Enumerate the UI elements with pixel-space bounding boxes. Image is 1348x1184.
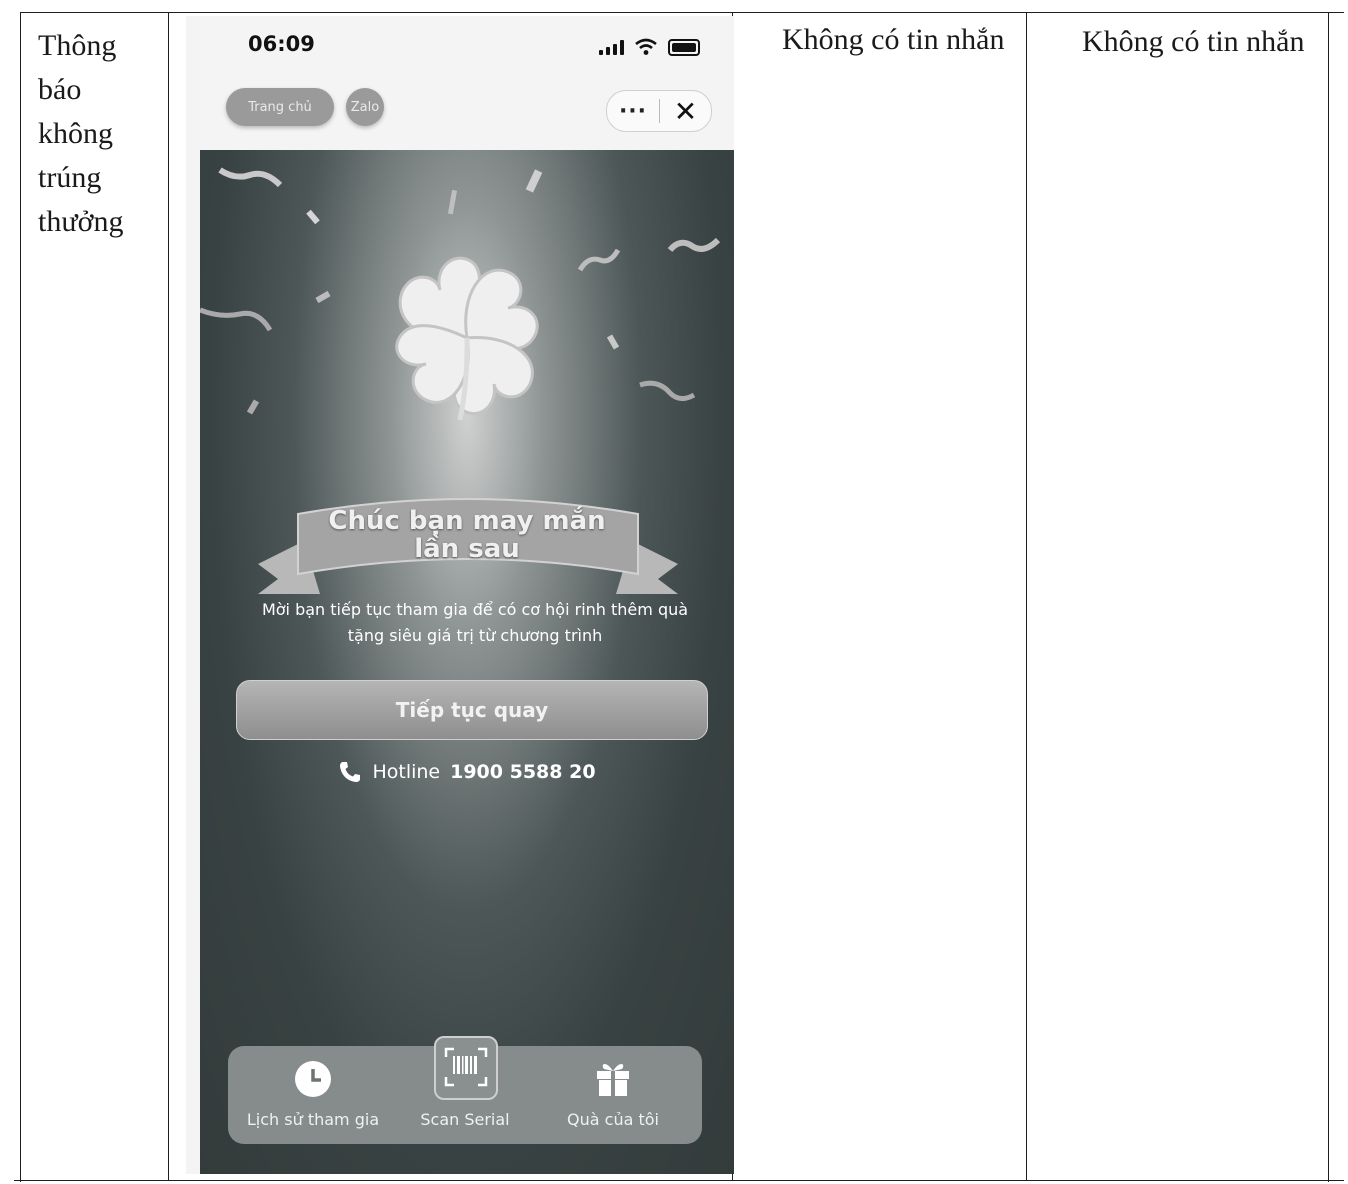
message-line: tặng siêu giá trị từ chương trình (347, 626, 603, 645)
status-time: 06:09 (248, 32, 315, 56)
table-bottom-border (14, 1180, 1344, 1181)
row-label-line: không (38, 117, 113, 150)
table-top-border (20, 12, 1344, 13)
zalo-button[interactable]: Zalo (346, 88, 384, 126)
clover-icon (395, 256, 539, 421)
gift-icon (597, 1063, 629, 1096)
ribbon-title-line2: lần sau (414, 534, 520, 564)
nav-gifts-label: Quà của tôi (567, 1110, 659, 1129)
row-label-line: báo (38, 73, 82, 106)
result-screen: Chúc bạn may mắn lần sau Mời bạn tiếp tụ… (200, 150, 734, 1174)
row-label: Thông báo không trúng thưởng (38, 24, 123, 244)
clock-icon (295, 1061, 331, 1097)
battery-icon (668, 38, 700, 56)
more-button[interactable]: ··· (607, 99, 659, 124)
table-right-border (1328, 12, 1329, 1182)
status-icons (599, 38, 700, 56)
hotline-number[interactable]: 1900 5588 20 (450, 761, 595, 783)
barcode-icon (444, 1047, 488, 1087)
wifi-icon (635, 38, 657, 55)
table-col-divider-1 (168, 12, 169, 1180)
phone-screenshot: 06:09 Trang chủ Zalo ··· ✕ Chúc bạn may … (186, 16, 734, 1174)
table-col-divider-3 (1026, 12, 1027, 1180)
ribbon-title-line1: Chúc bạn may mắn (328, 506, 606, 536)
mini-app-menu: ··· ✕ (606, 90, 712, 132)
result-message: Mời bạn tiếp tục tham gia để có cơ hội r… (260, 597, 690, 649)
signal-icon (599, 39, 624, 55)
message-line: Mời bạn tiếp tục tham gia để có cơ hội r… (261, 600, 689, 619)
row-label-line: trúng (38, 161, 102, 194)
hotline[interactable]: Hotline 1900 5588 20 (200, 760, 734, 784)
close-button[interactable]: ✕ (660, 95, 711, 128)
phone-icon (340, 762, 361, 782)
col4-text: Không có tin nhắn (1082, 25, 1305, 58)
home-button[interactable]: Trang chủ (226, 88, 334, 126)
row-label-line: thưởng (38, 205, 124, 238)
continue-spin-button[interactable]: Tiếp tục quay (236, 680, 708, 740)
col3-text: Không có tin nhắn (782, 23, 1005, 56)
row-label-line: Thông (38, 29, 117, 62)
nav-scan-label: Scan Serial (420, 1110, 510, 1129)
nav-history-label: Lịch sử tham gia (246, 1110, 380, 1129)
hotline-label: Hotline (372, 761, 441, 783)
scan-serial-button[interactable] (434, 1036, 498, 1100)
table-left-border (20, 12, 21, 1182)
